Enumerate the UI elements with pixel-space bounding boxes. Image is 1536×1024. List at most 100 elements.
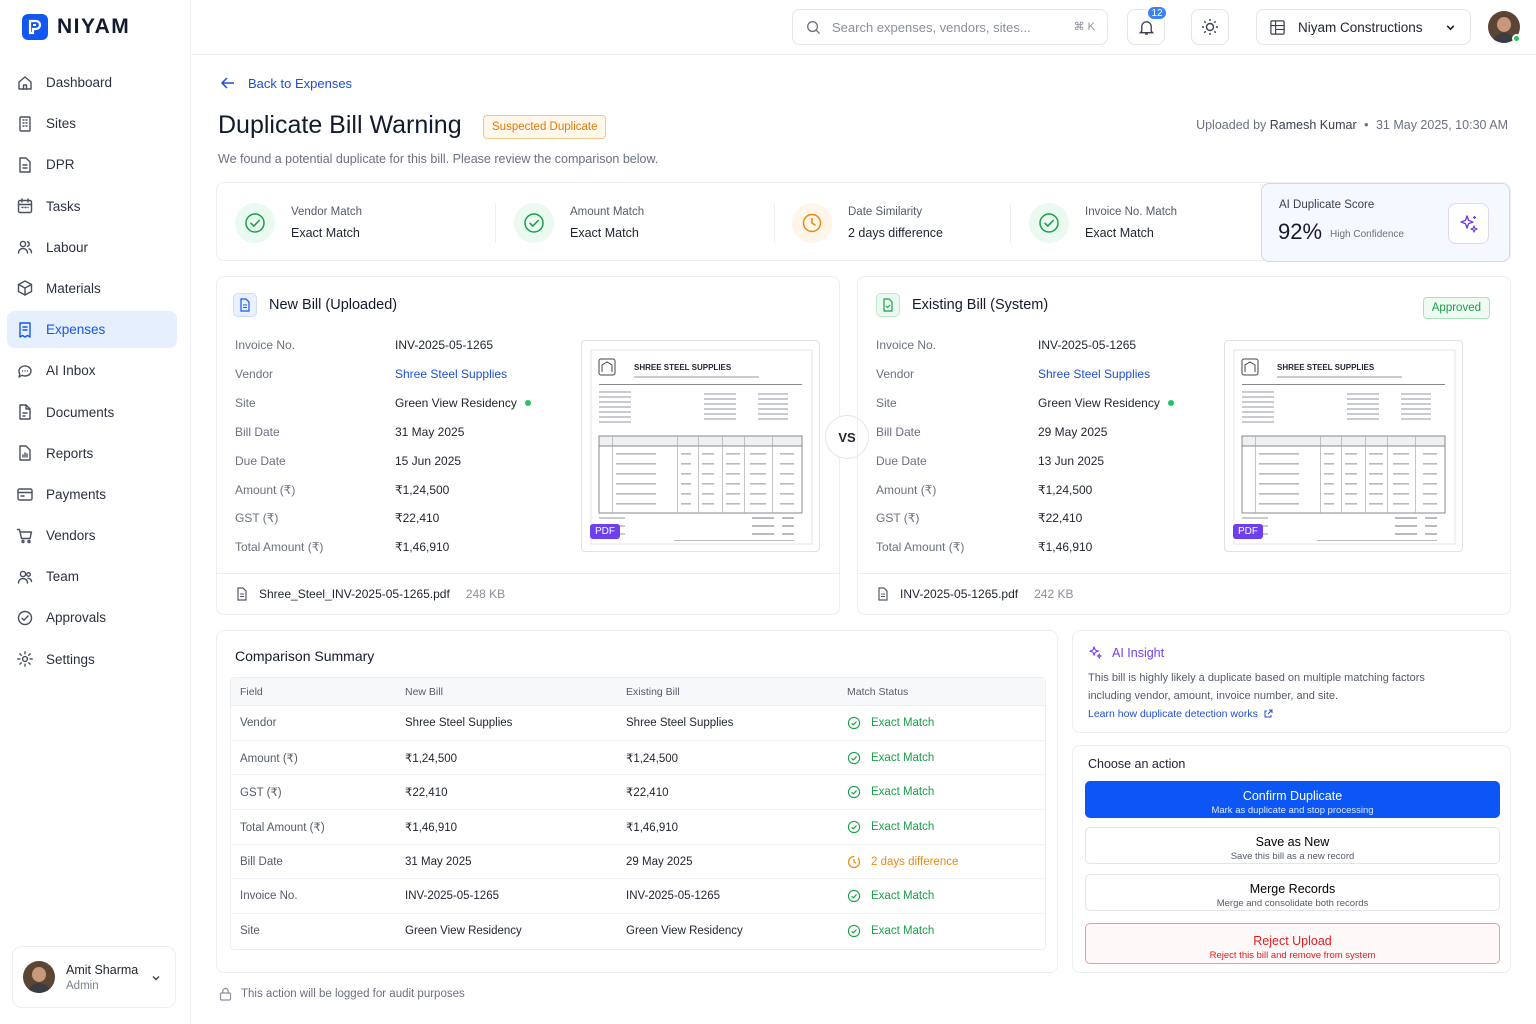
learn-more-link[interactable]: Learn how duplicate detection works — [1088, 708, 1273, 720]
report-icon — [19, 445, 31, 461]
user-menu[interactable]: Amit Sharma Admin — [12, 946, 176, 1008]
button-description: Mark as duplicate and stop processing — [1211, 804, 1374, 816]
divider — [1010, 203, 1011, 243]
sidebar-item-reports[interactable]: Reports — [7, 435, 177, 472]
field-value-text: ₹1,46,910 — [1038, 540, 1093, 555]
match-value: Exact Match — [570, 225, 639, 240]
header-new-bill: New Bill — [405, 685, 443, 698]
insight-text: This bill is highly likely a duplicate b… — [1088, 672, 1425, 702]
sidebar-item-ai-inbox[interactable]: AI Inbox — [7, 352, 177, 389]
vendor-link[interactable]: Shree Steel Supplies — [1038, 367, 1150, 381]
clock-icon — [847, 855, 861, 868]
sidebar-item-documents[interactable]: Documents — [7, 394, 177, 431]
field-label: Amount (₹) — [235, 482, 296, 497]
file-name: INV-2025-05-1265.pdf — [900, 587, 1019, 601]
calendar-icon — [17, 198, 33, 214]
field-value: ₹1,24,500 — [395, 483, 449, 497]
sidebar-item-payments[interactable]: Payments — [7, 476, 177, 513]
existing-bill-preview[interactable]: SHREE STEEL SUPPLIES PDF — [1224, 340, 1463, 552]
button-description: Reject this bill and remove from system — [1209, 949, 1376, 961]
table-header: Field New Bill Existing Bill Match Statu… — [231, 678, 1045, 706]
check-circle-icon — [1039, 212, 1059, 233]
merge-records-button[interactable]: Merge Records Merge and consolidate both… — [1085, 874, 1500, 911]
field-label: Site — [235, 395, 256, 410]
field-value: Green View Residency — [395, 396, 531, 410]
sidebar-item-sites[interactable]: Sites — [7, 105, 177, 142]
theme-toggle-button[interactable] — [1191, 9, 1229, 45]
save-as-new-button[interactable]: Save as New Save this bill as a new reco… — [1085, 827, 1500, 864]
sidebar-item-labour[interactable]: Labour — [7, 229, 177, 266]
field-label: GST (₹) — [876, 511, 920, 526]
new-bill-file[interactable]: Shree_Steel_INV-2025-05-1265.pdf 248 KB — [235, 587, 505, 601]
approved-badge: Approved — [1422, 297, 1490, 319]
match-status-icon — [235, 202, 275, 243]
insight-title: AI Insight — [1112, 645, 1165, 660]
back-to-expenses-link[interactable]: Back to Expenses — [220, 75, 352, 91]
brand-logo[interactable]: NIYAM — [22, 14, 130, 40]
match-label: Vendor Match — [291, 205, 362, 218]
match-value: Exact Match — [291, 225, 360, 240]
page-subtitle: We found a potential duplicate for this … — [218, 152, 659, 166]
sidebar-item-dpr[interactable]: DPR — [7, 146, 177, 183]
match-status-icon — [792, 202, 832, 243]
uploaded-by: Ramesh Kumar — [1269, 118, 1357, 132]
external-link-icon — [1264, 709, 1273, 718]
field-value-text: Green View Residency — [395, 395, 517, 410]
sidebar-item-settings[interactable]: Settings — [7, 641, 177, 678]
field-value-text: ₹22,410 — [1038, 511, 1083, 526]
field-value: ₹22,410 — [395, 511, 439, 525]
match-item-amount-match: Amount Match Exact Match — [514, 183, 644, 262]
sidebar-item-dashboard[interactable]: Dashboard — [7, 64, 177, 101]
lock-icon — [219, 987, 232, 1001]
cell-match-status: Exact Match — [847, 924, 1045, 938]
field-value: ₹1,46,910 — [1038, 540, 1092, 554]
cell-field: Site — [240, 925, 260, 938]
sidebar-item-label: Settings — [46, 651, 95, 667]
existing-bill-file[interactable]: INV-2025-05-1265.pdf 242 KB — [876, 587, 1073, 601]
chat-icon — [18, 365, 32, 378]
cell-field: Bill Date — [240, 855, 283, 868]
sidebar-item-expenses[interactable]: Expenses — [7, 311, 177, 349]
sidebar-item-label: Team — [46, 569, 80, 585]
button-label: Merge Records — [1249, 881, 1336, 896]
button-label: Save as New — [1255, 834, 1330, 849]
table-row: Vendor Shree Steel Supplies Shree Steel … — [231, 706, 1045, 741]
cell-existing-bill: ₹1,24,500 — [626, 752, 679, 765]
org-name: Niyam Constructions — [1298, 19, 1423, 35]
sidebar-item-team[interactable]: Team — [7, 558, 177, 595]
pdf-badge: PDF — [590, 524, 620, 539]
match-item-invoice-no-match: Invoice No. Match Exact Match — [1029, 183, 1177, 262]
header-field: Field — [240, 685, 263, 698]
match-label: Date Similarity — [848, 205, 923, 218]
sidebar-item-approvals[interactable]: Approvals — [7, 599, 177, 636]
profile-avatar[interactable] — [1488, 11, 1521, 43]
reject-upload-button[interactable]: Reject Upload Reject this bill and remov… — [1085, 923, 1500, 964]
field-value-text: Shree Steel Supplies — [1038, 366, 1151, 381]
score-confidence: High Confidence — [1330, 229, 1404, 240]
existing-bill-card: Existing Bill (System) Approved Invoice … — [857, 276, 1511, 615]
sidebar-item-vendors[interactable]: Vendors — [7, 517, 177, 554]
cell-existing-bill: ₹1,46,910 — [626, 821, 679, 834]
field-label: GST (₹) — [235, 511, 279, 526]
org-switcher[interactable]: Niyam Constructions — [1256, 9, 1471, 45]
table-row: Total Amount (₹) ₹1,46,910 ₹1,46,910 Exa… — [231, 810, 1045, 845]
header-match-status: Match Status — [847, 685, 909, 698]
sidebar-item-tasks[interactable]: Tasks — [7, 188, 177, 225]
search-box[interactable]: ⌘ K — [792, 9, 1108, 45]
ai-score-card: AI Duplicate Score 92% High Confidence — [1261, 183, 1510, 262]
field-label: Total Amount (₹) — [235, 540, 324, 555]
match-status-text: Exact Match — [871, 751, 935, 764]
page-title: Duplicate Bill Warning — [218, 111, 462, 139]
uploaded-prefix: Uploaded by — [1196, 118, 1267, 132]
new-bill-preview[interactable]: SHREE STEEL SUPPLIES PDF — [581, 340, 820, 552]
field-label: Vendor — [876, 366, 915, 381]
sidebar-item-materials[interactable]: Materials — [7, 270, 177, 307]
search-input[interactable] — [832, 19, 1052, 35]
notifications-button[interactable]: 12 — [1127, 5, 1168, 45]
confirm-duplicate-button[interactable]: Confirm Duplicate Mark as duplicate and … — [1085, 781, 1500, 818]
vendor-link[interactable]: Shree Steel Supplies — [395, 367, 507, 381]
field-value: INV-2025-05-1265 — [395, 338, 493, 352]
comparison-table: Field New Bill Existing Bill Match Statu… — [230, 677, 1046, 950]
cell-field: Invoice No. — [240, 890, 298, 903]
upload-meta: Uploaded by Ramesh Kumar • 31 May 2025, … — [1196, 118, 1508, 132]
